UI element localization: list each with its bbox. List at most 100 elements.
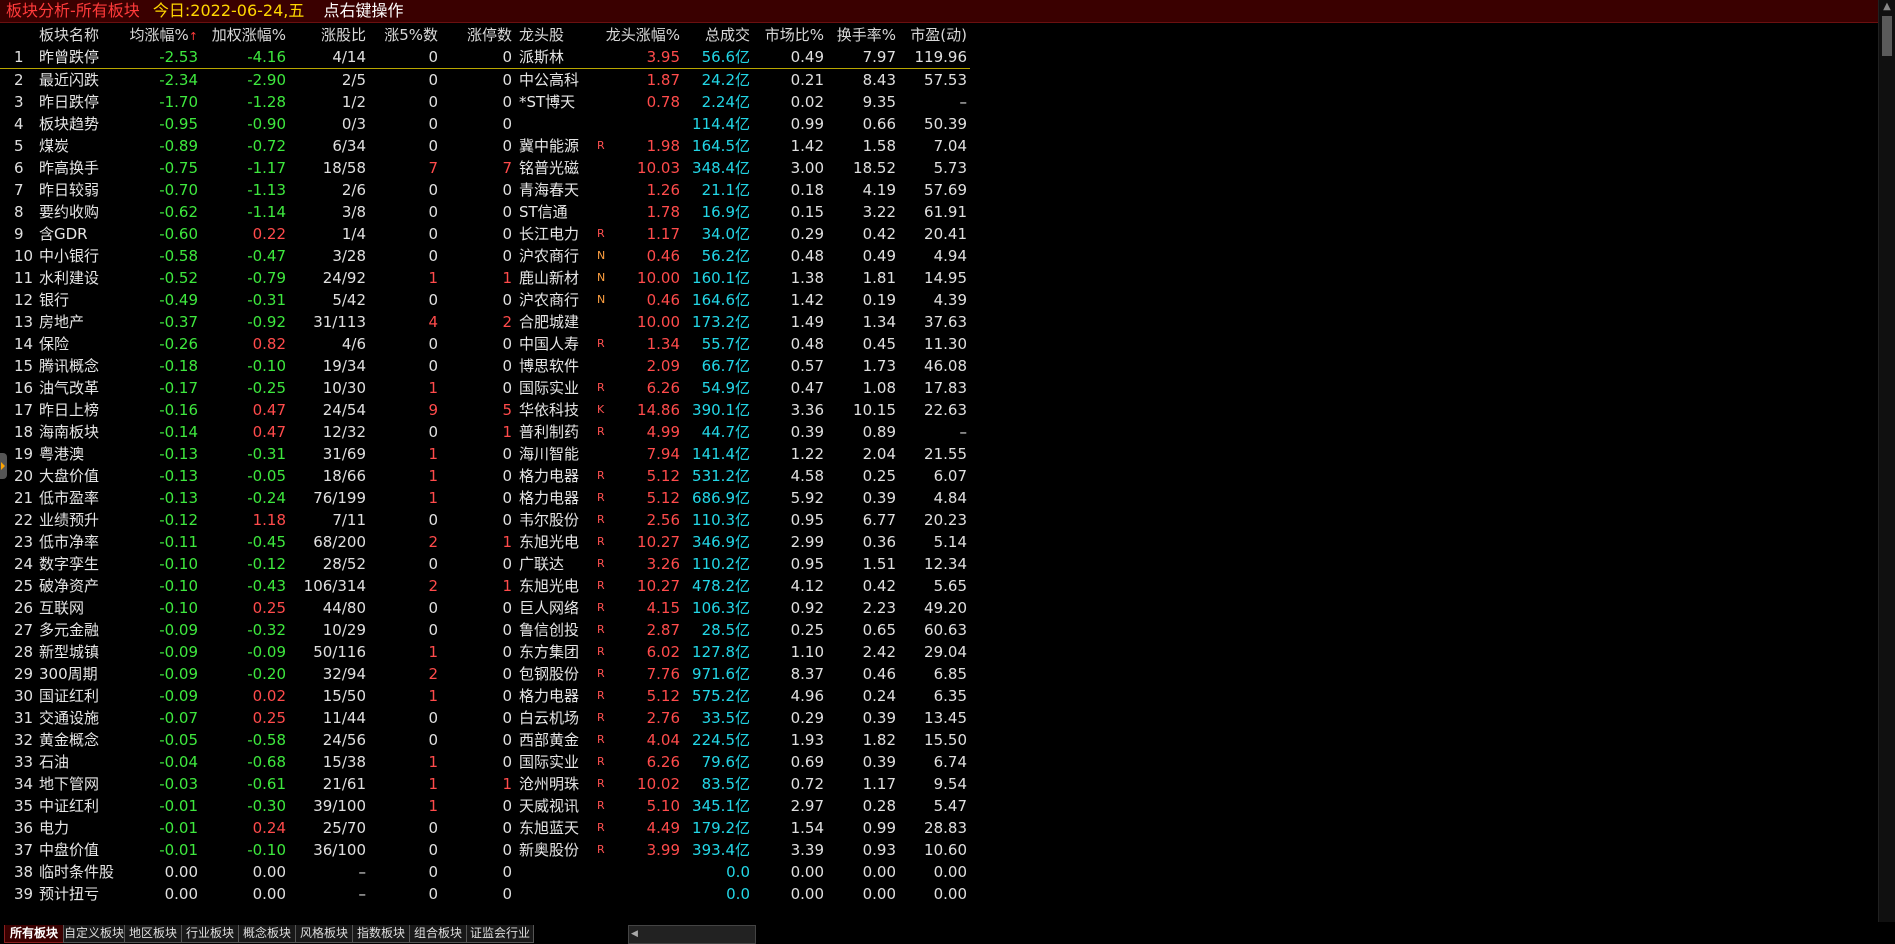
- weighted-change: -0.24: [247, 489, 286, 507]
- table-row[interactable]: 36 电力 -0.01 0.24 25/70 0 0 东旭蓝天 R 4.49 179.2亿 1.54 0…: [0, 817, 970, 839]
- tab-4[interactable]: 行业板块: [181, 925, 239, 943]
- market-ratio: 1.22: [790, 445, 824, 463]
- table-row[interactable]: 4 板块趋势 -0.95 -0.90 0/3 0 0 114.4亿 0.99 0.66 50.39: [0, 113, 970, 135]
- table-row[interactable]: 7 昨日较弱 -0.70 -1.13 2/6 0 0 青海春天 1.26 21.1亿 0.18 4.1…: [0, 179, 970, 201]
- pe-ratio: 37.63: [924, 313, 967, 331]
- pe-ratio: 15.50: [924, 731, 967, 749]
- turnover: 971.6亿: [692, 665, 750, 683]
- table-row[interactable]: 1 昨曾跌停 -2.53 -4.16 4/14 0 0 派斯林 3.95 56.6亿 0.49 7.9…: [0, 46, 970, 69]
- row-index: 1: [14, 48, 24, 66]
- table-row[interactable]: 22 业绩预升 -0.12 1.18 7/11 0 0 韦尔股份 R 2.56 110.3亿 0.95…: [0, 509, 970, 531]
- leader-change: 5.12: [646, 687, 680, 705]
- leader-stock: 中国人寿: [519, 335, 580, 353]
- table-row[interactable]: 17 昨日上榜 -0.16 0.47 24/54 9 5 华依科技 K 14.86 390.1亿 3.…: [0, 399, 970, 421]
- table-row[interactable]: 15 腾讯概念 -0.18 -0.10 19/34 0 0 博思软件 2.09 66.7亿 0.57…: [0, 355, 970, 377]
- leader-change: 0.78: [646, 93, 680, 111]
- col-header-pe[interactable]: 市盈(动): [900, 24, 967, 46]
- table-row[interactable]: 37 中盘价值 -0.01 -0.10 36/100 0 0 新奥股份 R 3.99 393.4亿 3…: [0, 839, 970, 861]
- table-row[interactable]: 5 煤炭 -0.89 -0.72 6/34 0 0 冀中能源 R 1.98 164.5亿 1.42 1.…: [0, 135, 970, 157]
- triangle-up-icon[interactable]: ▲: [1879, 0, 1895, 14]
- tab-1[interactable]: 所有板块: [4, 925, 64, 943]
- table-row[interactable]: 34 地下管网 -0.03 -0.61 21/61 1 1 沧州明珠 R 10.02 83.5亿 0.…: [0, 773, 970, 795]
- turnover-rate: 1.17: [862, 775, 896, 793]
- col-header-up-ratio[interactable]: 涨股比: [290, 24, 366, 46]
- col-header-leader-change[interactable]: 龙头涨幅%: [600, 24, 680, 46]
- table-row[interactable]: 18 海南板块 -0.14 0.47 12/32 0 1 普利制药 R 4.99 44.7亿 0.39…: [0, 421, 970, 443]
- turnover: 83.5亿: [701, 775, 750, 793]
- table-row[interactable]: 6 昨高换手 -0.75 -1.17 18/58 7 7 铭普光磁 10.03 348.4亿 3.0…: [0, 157, 970, 179]
- leader-change: 14.86: [637, 401, 680, 419]
- table-row[interactable]: 9 含GDR -0.60 0.22 1/4 0 0 长江电力 R 1.17 34.0亿 0.29 0.4…: [0, 223, 970, 245]
- tab-5[interactable]: 概念板块: [238, 925, 296, 943]
- table-row[interactable]: 24 数字孪生 -0.10 -0.12 28/52 0 0 广联达 R 3.26 110.2亿 0.9…: [0, 553, 970, 575]
- table-row[interactable]: 27 多元金融 -0.09 -0.32 10/29 0 0 鲁信创投 R 2.87 28.5亿 0.2…: [0, 619, 970, 641]
- tab-2[interactable]: 自定义板块: [63, 925, 125, 943]
- up5-count: 1: [428, 775, 438, 793]
- table-row[interactable]: 13 房地产 -0.37 -0.92 31/113 4 2 合肥城建 10.00 173.2亿 1.…: [0, 311, 970, 333]
- col-header-limit-count[interactable]: 涨停数: [442, 24, 512, 46]
- vertical-scrollbar[interactable]: ▲: [1878, 0, 1895, 922]
- col-header-turnover-rate[interactable]: 换手率%: [828, 24, 896, 46]
- sector-table[interactable]: 板块名称 均涨幅%↑ 加权涨幅% 涨股比 涨5%数 涨停数 龙头股 龙头涨幅% …: [0, 24, 970, 905]
- market-ratio: 4.96: [790, 687, 824, 705]
- table-row[interactable]: 20 大盘价值 -0.13 -0.05 18/66 1 0 格力电器 R 5.12 531.2亿 4.…: [0, 465, 970, 487]
- pe-ratio: 21.55: [924, 445, 967, 463]
- tab-8[interactable]: 组合板块: [409, 925, 467, 943]
- leader-stock: 东旭光电: [519, 577, 580, 595]
- table-row[interactable]: 28 新型城镇 -0.09 -0.09 50/116 1 0 东方集团 R 6.02 127.8亿 1…: [0, 641, 970, 663]
- col-header-turnover[interactable]: 总成交: [680, 24, 750, 46]
- table-row[interactable]: 31 交通设施 -0.07 0.25 11/44 0 0 白云机场 R 2.76 33.5亿 0.29…: [0, 707, 970, 729]
- weighted-change: -0.90: [247, 115, 286, 133]
- table-row[interactable]: 14 保险 -0.26 0.82 4/6 0 0 中国人寿 R 1.34 55.7亿 0.48 0.45…: [0, 333, 970, 355]
- table-row[interactable]: 29 300周期 -0.09 -0.20 32/94 2 0 包钢股份 R 7.76 971.6亿 8…: [0, 663, 970, 685]
- col-header-weighted-change[interactable]: 加权涨幅%: [200, 24, 286, 46]
- turnover-rate: 0.46: [862, 665, 896, 683]
- table-row[interactable]: 35 中证红利 -0.01 -0.30 39/100 1 0 天威视讯 R 5.10 345.1亿 2…: [0, 795, 970, 817]
- col-header-avg-change[interactable]: 均涨幅%↑: [120, 24, 198, 48]
- col-header-market-ratio[interactable]: 市场比%: [750, 24, 824, 46]
- table-row[interactable]: 32 黄金概念 -0.05 -0.58 24/56 0 0 西部黄金 R 4.04 224.5亿 1.…: [0, 729, 970, 751]
- scrollbar-thumb[interactable]: [1882, 16, 1892, 56]
- col-header-up5-count[interactable]: 涨5%数: [372, 24, 438, 46]
- tab-scrollbar[interactable]: ◀: [628, 925, 756, 944]
- turnover-rate: 0.89: [862, 423, 896, 441]
- triangle-left-icon[interactable]: ◀: [631, 926, 641, 943]
- table-row[interactable]: 30 国证红利 -0.09 0.02 15/50 1 0 格力电器 R 5.12 575.2亿 4.9…: [0, 685, 970, 707]
- turnover: 110.3亿: [692, 511, 750, 529]
- table-row[interactable]: 19 粤港澳 -0.13 -0.31 31/69 1 0 海川智能 7.94 141.4亿 1.22…: [0, 443, 970, 465]
- table-row[interactable]: 25 破净资产 -0.10 -0.43 106/314 2 1 东旭光电 R 10.27 478.2…: [0, 575, 970, 597]
- up-ratio: 6/34: [332, 137, 366, 155]
- table-row[interactable]: 23 低市净率 -0.11 -0.45 68/200 2 1 东旭光电 R 10.27 346.9亿…: [0, 531, 970, 553]
- row-index: 26: [14, 599, 34, 617]
- table-row[interactable]: 11 水利建设 -0.52 -0.79 24/92 1 1 鹿山新材 N 10.00 160.1亿 1…: [0, 267, 970, 289]
- limit-count: 5: [502, 401, 512, 419]
- table-row[interactable]: 21 低市盈率 -0.13 -0.24 76/199 1 0 格力电器 R 5.12 686.9亿 5…: [0, 487, 970, 509]
- table-row[interactable]: 2 最近闪跌 -2.34 -2.90 2/5 0 0 中公高科 1.87 24.2亿 0.21 8.4…: [0, 69, 970, 91]
- up5-count: 0: [428, 357, 438, 375]
- up-ratio: 32/94: [322, 665, 366, 683]
- table-row[interactable]: 8 要约收购 -0.62 -1.14 3/8 0 0 ST信通 1.78 16.9亿 0.15 3.2…: [0, 201, 970, 223]
- tab-7[interactable]: 指数板块: [352, 925, 410, 943]
- leader-stock: 巨人网络: [519, 599, 580, 617]
- table-row[interactable]: 3 昨日跌停 -1.70 -1.28 1/2 0 0 *ST博天 0.78 2.24亿 0.02 9.…: [0, 91, 970, 113]
- up5-count: 4: [428, 313, 438, 331]
- table-row[interactable]: 26 互联网 -0.10 0.25 44/80 0 0 巨人网络 R 4.15 106.3亿 0.92…: [0, 597, 970, 619]
- leader-change: 0.46: [646, 247, 680, 265]
- table-row[interactable]: 39 预计扭亏 0.00 0.00–0 0 0.0 0.00 0.00 0.00: [0, 883, 970, 905]
- market-ratio: 0.49: [790, 48, 824, 66]
- tab-6[interactable]: 风格板块: [295, 925, 353, 943]
- tab-3[interactable]: 地区板块: [124, 925, 182, 943]
- table-row[interactable]: 16 油气改革 -0.17 -0.25 10/30 1 0 国际实业 R 6.26 54.9亿 0.4…: [0, 377, 970, 399]
- table-row[interactable]: 12 银行 -0.49 -0.31 5/42 0 0 沪农商行 N 0.46 164.6亿 1.42 0…: [0, 289, 970, 311]
- col-header-leader[interactable]: 龙头股: [519, 24, 601, 46]
- up-ratio: 18/66: [322, 467, 366, 485]
- leader-stock: 鲁信创投: [519, 621, 580, 639]
- table-row[interactable]: 38 临时条件股 0.00 0.00–0 0 0.0 0.00 0.00 0.00: [0, 861, 970, 883]
- leader-change: 2.56: [646, 511, 680, 529]
- tab-9[interactable]: 证监会行业: [466, 925, 534, 943]
- row-index: 7: [14, 181, 24, 199]
- table-row[interactable]: 10 中小银行 -0.58 -0.47 3/28 0 0 沪农商行 N 0.46 56.2亿 0.48…: [0, 245, 970, 267]
- expand-arrow-icon[interactable]: [0, 453, 7, 479]
- limit-count: 0: [502, 621, 512, 639]
- table-row[interactable]: 33 石油 -0.04 -0.68 15/38 1 0 国际实业 R 6.26 79.6亿 0.69 0…: [0, 751, 970, 773]
